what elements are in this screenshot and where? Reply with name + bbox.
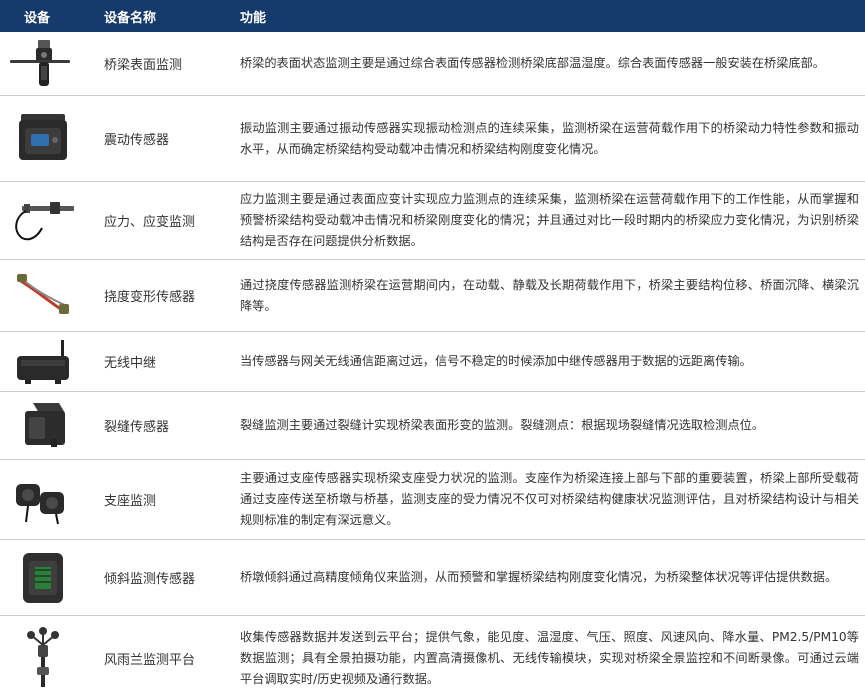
table-row: 挠度变形传感器 通过挠度传感器监测桥梁在运营期间内，在动载、静载及长期荷载作用下… xyxy=(0,260,865,332)
header-function: 功能 xyxy=(240,10,267,26)
table-header: 设备 设备名称 功能 xyxy=(0,0,865,32)
row-description: 主要通过支座传感器实现桥梁支座受力状况的监测。支座作为桥梁连接上部与下部的重要装… xyxy=(240,471,859,527)
weather-station-icon xyxy=(0,616,86,700)
row-name: 倾斜监测传感器 xyxy=(104,572,196,587)
row-name: 支座监测 xyxy=(104,494,157,509)
header-name: 设备名称 xyxy=(104,10,157,26)
table-row: 风雨兰监测平台 收集传感器数据并发送到云平台；提供气象，能见度、温湿度、气压、照… xyxy=(0,616,865,700)
row-description: 裂缝监测主要通过裂缝计实现桥梁表面形变的监测。裂缝测点：根据现场裂缝情况选取检测… xyxy=(240,418,765,432)
bearing-sensor-icon xyxy=(0,460,86,539)
row-name: 挠度变形传感器 xyxy=(104,290,196,305)
row-name: 裂缝传感器 xyxy=(104,420,170,435)
header-device: 设备 xyxy=(24,10,51,26)
table-row: 震动传感器 振动监测主要通过振动传感器实现振动检测点的连续采集，监测桥梁在运营荷… xyxy=(0,96,865,182)
row-description: 收集传感器数据并发送到云平台；提供气象，能见度、温湿度、气压、照度、风速风向、降… xyxy=(240,629,859,686)
row-description: 应力监测主要是通过表面应变计实现应力监测点的连续采集，监测桥梁在运营荷载作用下的… xyxy=(240,192,859,248)
row-description: 当传感器与网关无线通信距离过远，信号不稳定的时候添加中继传感器用于数据的远距离传… xyxy=(240,354,752,368)
row-description: 桥梁的表面状态监测主要是通过综合表面传感器检测桥梁底部温湿度。综合表面传感器一般… xyxy=(240,56,825,70)
tilt-sensor-icon xyxy=(0,540,86,615)
strain-gauge-icon xyxy=(0,182,86,259)
device-table: 设备 设备名称 功能 桥梁表面监测 桥梁的表面状态监测主要是通过综合表面传感器检… xyxy=(0,0,865,700)
table-row: 桥梁表面监测 桥梁的表面状态监测主要是通过综合表面传感器检测桥梁底部温湿度。综合… xyxy=(0,32,865,96)
row-name: 应力、应变监测 xyxy=(104,215,196,230)
wireless-relay-icon xyxy=(0,332,86,391)
row-description: 通过挠度传感器监测桥梁在运营期间内，在动载、静载及长期荷载作用下，桥梁主要结构位… xyxy=(240,277,859,313)
deflection-sensor-icon xyxy=(0,260,86,331)
row-name: 桥梁表面监测 xyxy=(104,58,183,73)
table-row: 裂缝传感器 裂缝监测主要通过裂缝计实现桥梁表面形变的监测。裂缝测点：根据现场裂缝… xyxy=(0,392,865,460)
row-name: 风雨兰监测平台 xyxy=(104,652,196,668)
row-name: 震动传感器 xyxy=(104,133,170,148)
table-row: 倾斜监测传感器 桥墩倾斜通过高精度倾角仪来监测，从而预警和掌握桥梁结构刚度变化情… xyxy=(0,540,865,616)
crack-sensor-icon xyxy=(0,392,86,459)
table-row: 支座监测 主要通过支座传感器实现桥梁支座受力状况的监测。支座作为桥梁连接上部与下… xyxy=(0,460,865,540)
row-name: 无线中继 xyxy=(104,356,157,371)
table-row: 无线中继 当传感器与网关无线通信距离过远，信号不稳定的时候添加中继传感器用于数据… xyxy=(0,332,865,392)
surface-sensor-icon xyxy=(0,32,86,95)
vibration-sensor-icon xyxy=(0,96,86,181)
table-row: 应力、应变监测 应力监测主要是通过表面应变计实现应力监测点的连续采集，监测桥梁在… xyxy=(0,182,865,260)
row-description: 振动监测主要通过振动传感器实现振动检测点的连续采集，监测桥梁在运营荷载作用下的桥… xyxy=(240,120,859,156)
row-description: 桥墩倾斜通过高精度倾角仪来监测，从而预警和掌握桥梁结构刚度变化情况，为桥梁整体状… xyxy=(240,570,838,584)
